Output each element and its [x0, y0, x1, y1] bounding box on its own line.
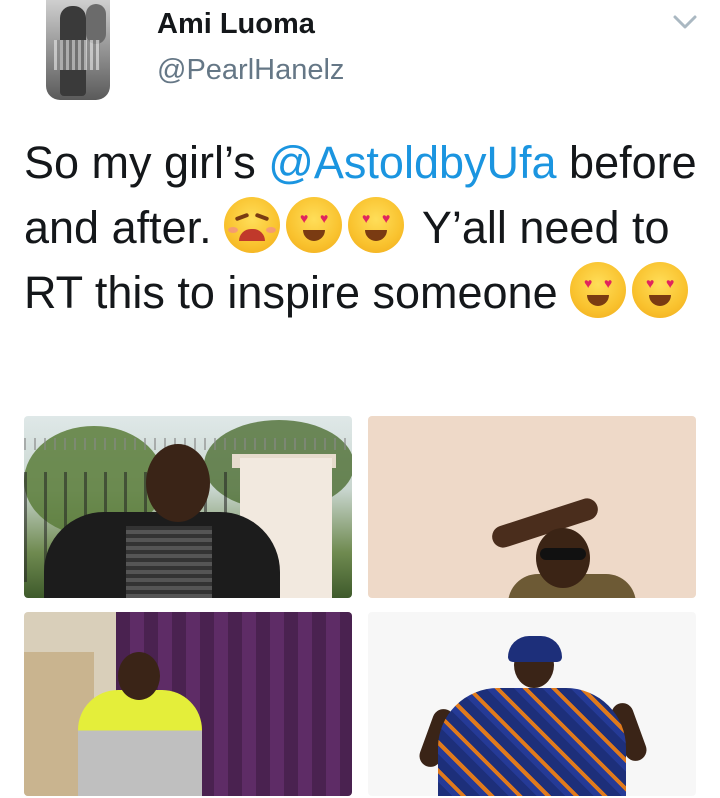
- photo-before-2[interactable]: [24, 612, 352, 796]
- avatar-figure-secondary: [86, 4, 106, 44]
- heart-eyes-icon: ♥ ♥: [286, 197, 343, 253]
- author-avatar[interactable]: [46, 0, 110, 100]
- tweet-text: So my girl’s @AstoldbyUfa before and aft…: [24, 130, 714, 325]
- heart-eyes-icon: ♥ ♥: [348, 197, 405, 253]
- chevron-down-icon[interactable]: [672, 12, 698, 32]
- photo-before-1[interactable]: [24, 416, 352, 598]
- tweet-text-part1: So my girl’s: [24, 137, 269, 188]
- heart-eyes-icon: ♥ ♥: [632, 262, 689, 318]
- photo-after-2[interactable]: [368, 612, 696, 796]
- author-name[interactable]: Ami Luoma: [157, 8, 315, 41]
- mention-link[interactable]: @AstoldbyUfa: [268, 137, 556, 188]
- weary-face-icon: [224, 197, 281, 253]
- avatar-detail: [54, 40, 100, 70]
- heart-eyes-icon: ♥ ♥: [570, 262, 627, 318]
- author-handle[interactable]: @PearlHanelz: [157, 54, 344, 87]
- photo-after-1[interactable]: [368, 416, 696, 598]
